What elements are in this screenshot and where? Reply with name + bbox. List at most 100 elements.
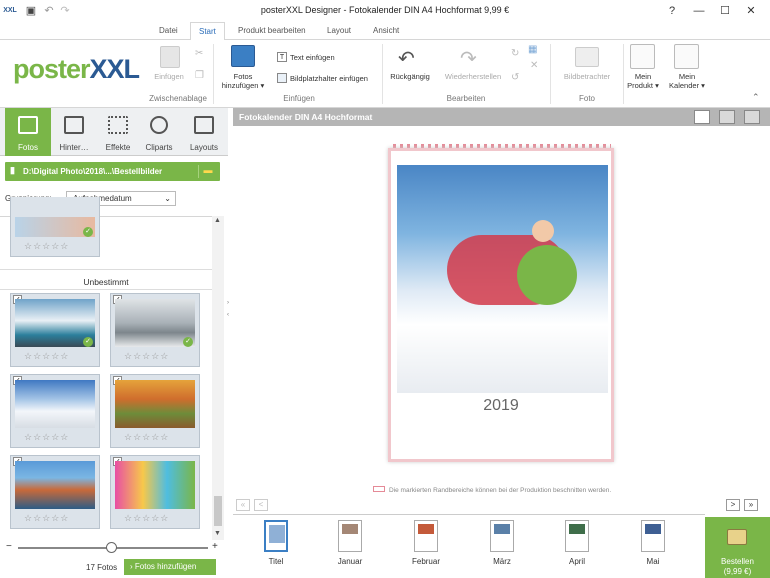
cut-icon[interactable]: ✂ — [195, 48, 203, 59]
design-canvas: 2019 Die markierten Randbereiche können … — [233, 126, 770, 496]
collapse-ribbon-icon[interactable]: ⌃ — [752, 92, 760, 103]
maximize-button[interactable]: ☐ — [715, 3, 735, 19]
scroll-down-icon: ▼ — [214, 530, 221, 537]
zoom-slider-handle[interactable] — [106, 542, 117, 553]
calendar-page[interactable]: 2019 — [388, 148, 614, 462]
sidebar-footer: 17 Fotos › Fotos hinzufügen — [0, 556, 225, 578]
panel-splitter[interactable]: › ‹ — [227, 300, 231, 318]
sidebar-tab-fotos[interactable]: Fotos — [5, 108, 51, 156]
prev-page-button[interactable]: < — [254, 499, 268, 511]
order-label: Bestellen — [721, 557, 754, 566]
insert-placeholder-button[interactable]: Bildplatzhalter einfügen — [290, 74, 368, 83]
ribbon-tabs: Datei Start Produkt bearbeiten Layout An… — [0, 22, 770, 41]
order-price: (9,99 €) — [723, 567, 752, 576]
page-label: Januar — [337, 557, 363, 566]
redo-button[interactable]: Wiederherstellen — [440, 72, 506, 81]
image-viewer-icon — [575, 47, 599, 67]
sidebar: Fotos Hinter… Effekte Cliparts Layouts ▮… — [0, 108, 230, 578]
close-button[interactable]: ✕ — [741, 3, 761, 19]
trim-note: Die markierten Randbereiche können bei d… — [373, 486, 611, 494]
page-thumbnail-januar[interactable] — [338, 520, 362, 552]
order-button[interactable]: Bestellen (9,99 €) — [705, 517, 770, 578]
photo-thumbnail[interactable]: ✓ ✓ ☆☆☆☆☆ — [110, 293, 200, 367]
posterxxl-logo: posterXXL — [13, 54, 140, 84]
sidebar-tab-effekte[interactable]: Effekte — [95, 108, 141, 156]
sidebar-tabs: Fotos Hinter… Effekte Cliparts Layouts — [0, 108, 228, 156]
photo-thumbnail[interactable]: ✓ ☆☆☆☆☆ — [10, 374, 100, 448]
help-button[interactable]: ? — [662, 3, 682, 19]
sidebar-tab-layouts[interactable]: Layouts — [181, 108, 227, 156]
photo-thumbnail[interactable]: ✓ ☆☆☆☆☆ — [10, 455, 100, 529]
page-thumbnail-maerz[interactable] — [490, 520, 514, 552]
tab-start[interactable]: Start — [190, 22, 225, 41]
copy-icon[interactable]: ❐ — [195, 70, 204, 81]
trim-area-icon — [373, 486, 385, 492]
ribbon-separator — [550, 44, 551, 104]
photo-thumbnails: ✓ ☆☆☆☆☆ Unbestimmt ✓ ✓ ☆☆☆☆☆ ✓ ✓ ☆☆☆☆☆ ✓… — [0, 197, 212, 540]
my-product-button[interactable]: Mein Produkt ▾ — [622, 72, 664, 90]
delete-icon[interactable]: ✕ — [530, 60, 538, 71]
page-filmstrip: Titel Januar Februar März April Mai — [233, 514, 705, 578]
sidebar-tab-hintergruende[interactable]: Hinter… — [51, 108, 97, 156]
add-photos-footer-button[interactable]: › Fotos hinzufügen — [124, 559, 216, 575]
page-thumbnail-februar[interactable] — [414, 520, 438, 552]
page-thumbnail-titel[interactable] — [264, 520, 288, 552]
basket-icon — [727, 529, 747, 545]
folder-path: D:\Digital Photo\2018\...\Bestellbilder — [23, 167, 163, 176]
paste-button[interactable]: Einfügen — [147, 72, 191, 81]
page-label: März — [493, 557, 511, 566]
first-page-button[interactable]: « — [236, 499, 250, 511]
group-bearbeiten: Bearbeiten — [446, 94, 486, 103]
page-thumbnail-april[interactable] — [565, 520, 589, 552]
photo-count: 17 Fotos — [86, 563, 118, 572]
photo-thumbnail[interactable]: ✓ ☆☆☆☆☆ — [110, 374, 200, 448]
add-photos-button[interactable]: Fotos hinzufügen ▾ — [217, 72, 269, 90]
single-page-view-icon[interactable] — [694, 110, 710, 124]
rotate-icon[interactable]: ↻ — [511, 48, 519, 59]
zoom-slider-row: − + — [0, 540, 225, 556]
tab-layout[interactable]: Layout — [327, 26, 351, 35]
calendar-year: 2019 — [483, 397, 519, 414]
minimize-button[interactable]: — — [689, 3, 709, 19]
image-view-icon[interactable] — [744, 110, 760, 124]
page-label: April — [568, 557, 585, 566]
vertical-scrollbar[interactable]: ▲ ▼ — [212, 216, 224, 540]
image-viewer-button[interactable]: Bildbetrachter — [558, 72, 616, 81]
scroll-up-icon: ▲ — [214, 217, 221, 224]
undo-button[interactable]: Rückgängig — [385, 72, 435, 81]
image-placeholder-icon — [277, 73, 287, 83]
title-bar: XXL ▣ ↶ ↷ posterXXL Designer - Fotokalen… — [0, 0, 770, 22]
photo-subject — [517, 245, 577, 305]
insert-text-button[interactable]: Text einfügen — [290, 53, 335, 62]
my-calendar-button[interactable]: Mein Kalender ▾ — [664, 72, 710, 90]
grid-icon[interactable]: ▦ — [528, 44, 537, 55]
next-page-button[interactable]: > — [726, 499, 740, 511]
ribbon: posterXXL Einfügen ✂ ❐ Zwischenablage Fo… — [0, 40, 770, 108]
fit-view-icon[interactable] — [719, 110, 735, 124]
folder-path-bar[interactable]: ▮ D:\Digital Photo\2018\...\Bestellbilde… — [5, 162, 220, 181]
page-navigation: « < > » — [233, 496, 770, 514]
rotate-left-icon[interactable]: ↺ — [511, 72, 519, 83]
sidebar-tab-cliparts[interactable]: Cliparts — [136, 108, 182, 156]
calendar-photo[interactable] — [397, 165, 608, 393]
text-icon: T — [277, 52, 287, 62]
tab-datei[interactable]: Datei — [159, 26, 178, 35]
zoom-in-button[interactable]: + — [212, 541, 218, 552]
zoom-out-button[interactable]: − — [6, 541, 12, 552]
folder-icon[interactable]: ▬ — [198, 165, 217, 178]
my-calendar-icon — [674, 44, 699, 69]
tab-ansicht[interactable]: Ansicht — [373, 26, 399, 35]
photo-thumbnail[interactable]: ✓ ✓ ☆☆☆☆☆ — [10, 293, 100, 367]
section-label: Unbestimmt — [83, 277, 129, 287]
last-page-button[interactable]: » — [744, 499, 758, 511]
usb-icon: ▮ — [10, 165, 15, 175]
scroll-thumb[interactable] — [214, 496, 222, 526]
my-product-icon — [630, 44, 655, 69]
photos-icon — [18, 116, 38, 134]
photo-subject — [532, 220, 554, 242]
tab-produkt-bearbeiten[interactable]: Produkt bearbeiten — [238, 26, 306, 35]
photo-thumbnail[interactable]: ✓ ☆☆☆☆☆ — [110, 455, 200, 529]
page-thumbnail-mai[interactable] — [641, 520, 665, 552]
photo-thumbnail[interactable]: ✓ ☆☆☆☆☆ — [10, 197, 100, 257]
layouts-icon — [194, 116, 214, 134]
